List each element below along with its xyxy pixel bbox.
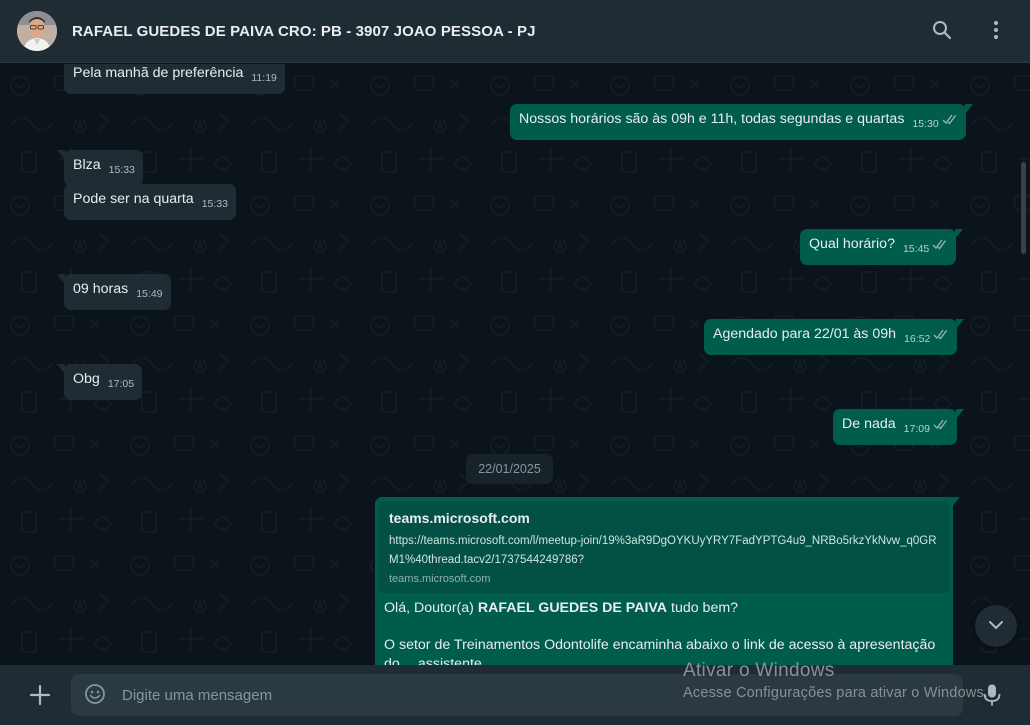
contact-avatar[interactable] <box>17 11 57 51</box>
message-time: 15:30 <box>912 118 939 130</box>
read-ticks-icon <box>942 112 958 131</box>
body-line: O setor de Treinamentos Odontolife encam… <box>384 637 936 653</box>
link-preview-domain: teams.microsoft.com <box>389 573 491 585</box>
message-time: 15:33 <box>108 164 135 176</box>
chevron-down-icon <box>988 617 1004 635</box>
message-input[interactable] <box>122 674 963 716</box>
message-time: 11:19 <box>251 72 277 84</box>
greeting-prefix: Olá, Doutor(a) <box>384 600 474 616</box>
contact-name[interactable]: RAFAEL GUEDES DE PAIVA CRO: PB - 3907 JO… <box>72 23 536 40</box>
message-incoming[interactable]: Blza 15:33 <box>57 150 143 186</box>
message-text: Obg <box>73 371 100 387</box>
message-outgoing-link[interactable]: teams.microsoft.com https://teams.micros… <box>375 497 960 665</box>
search-icon[interactable] <box>930 18 954 42</box>
message-input-container <box>71 674 963 716</box>
link-preview-title: teams.microsoft.com <box>389 510 530 526</box>
read-ticks-icon <box>933 417 949 436</box>
message-list[interactable]: Pela manhã de preferência 11:19 Nossos ho… <box>0 64 1030 665</box>
read-ticks-icon <box>933 327 949 346</box>
attach-plus-icon[interactable] <box>28 683 52 707</box>
message-body: Olá, Doutor(a) RAFAEL GUEDES DE PAIVA tu… <box>379 593 949 665</box>
message-text: De nada <box>842 416 896 432</box>
message-outgoing[interactable]: Nossos horários são às 09h e 11h, todas … <box>510 104 973 140</box>
date-separator: 22/01/2025 <box>466 454 553 484</box>
message-incoming[interactable]: 09 horas 15:49 <box>57 274 171 310</box>
greeting-suffix: tudo bem? <box>671 600 739 616</box>
message-outgoing[interactable]: De nada 17:09 <box>833 409 964 445</box>
message-time: 15:45 <box>902 243 930 255</box>
microphone-icon[interactable] <box>981 683 1003 707</box>
greeting-name: RAFAEL GUEDES DE PAIVA <box>477 600 668 616</box>
message-text: Pode ser na quarta <box>73 191 194 207</box>
avatar-photo <box>17 11 57 51</box>
read-ticks-icon <box>932 237 948 256</box>
message-incoming[interactable]: Pela manhã de preferência 11:19 <box>64 64 285 94</box>
link-preview[interactable]: teams.microsoft.com https://teams.micros… <box>379 501 949 593</box>
menu-icon[interactable] <box>984 18 1008 42</box>
message-text: Qual horário? <box>809 236 895 252</box>
message-incoming[interactable]: Pode ser na quarta 15:33 <box>64 184 236 220</box>
message-text: Pela manhã de preferência <box>73 65 244 81</box>
body-cut: do… assistente <box>384 656 482 665</box>
scroll-to-bottom-button[interactable] <box>975 605 1017 647</box>
message-time: 17:05 <box>107 378 135 390</box>
message-time: 15:49 <box>136 288 163 300</box>
message-time: 16:52 <box>904 333 931 345</box>
emoji-icon[interactable] <box>84 683 108 707</box>
chat-header: RAFAEL GUEDES DE PAIVA CRO: PB - 3907 JO… <box>0 0 1030 63</box>
message-text: Nossos horários são às 09h e 11h, todas … <box>519 111 905 127</box>
message-time: 17:09 <box>903 423 930 435</box>
message-text: Agendado para 22/01 às 09h <box>713 326 897 342</box>
scrollbar-thumb[interactable] <box>1021 162 1026 254</box>
message-outgoing[interactable]: Agendado para 22/01 às 09h 16:52 <box>704 319 965 355</box>
message-text: 09 horas <box>73 281 129 297</box>
message-text: Blza <box>73 157 101 173</box>
composer-bar <box>0 665 1030 725</box>
link-preview-url[interactable]: https://teams.microsoft.com/l/meetup-joi… <box>389 532 939 570</box>
message-outgoing[interactable]: Qual horário? 15:45 <box>800 229 964 265</box>
message-incoming[interactable]: Obg 17:05 <box>56 364 143 400</box>
message-time: 15:33 <box>201 198 228 210</box>
